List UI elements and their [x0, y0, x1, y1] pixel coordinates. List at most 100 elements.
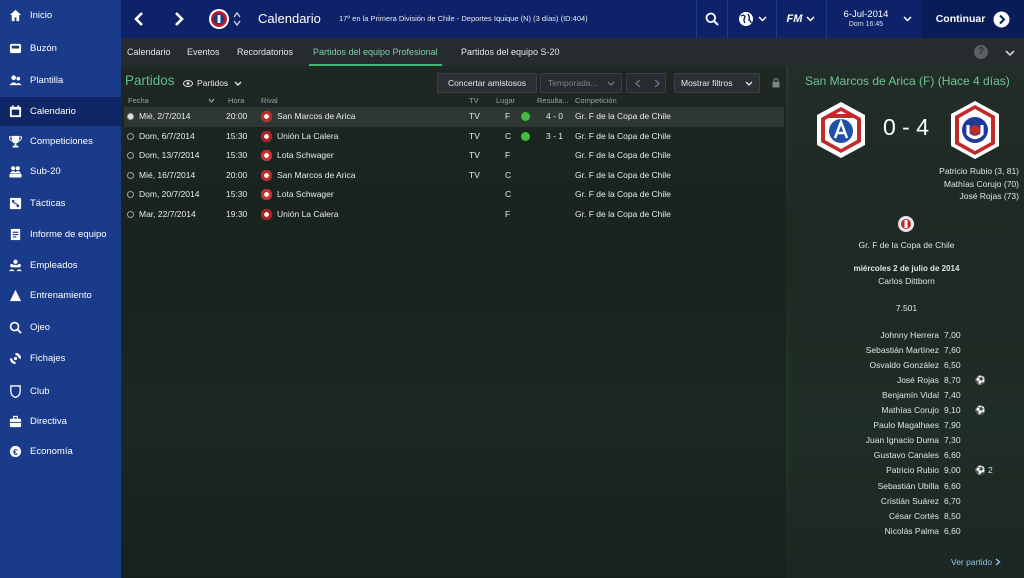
cell-competicion[interactable]: Gr. F de la Copa de Chile [575, 107, 671, 127]
row-radio-icon[interactable] [127, 191, 134, 199]
matches-panel: Partidos Partidos Concertar amistosos Te… [121, 66, 786, 578]
player-rating-row[interactable]: Osvaldo González 6,50 [789, 360, 1024, 375]
world-menu-button[interactable] [728, 0, 776, 38]
sidebar-item-inicio[interactable]: Inicio [0, 1, 121, 30]
sidebar-item-econom-a[interactable]: € Economía [0, 437, 121, 466]
col-competicion[interactable]: Competición [575, 96, 617, 105]
col-hora[interactable]: Hora [228, 96, 244, 105]
sidebar-item-competiciones[interactable]: Competiciones [0, 127, 121, 156]
player-rating: 8,70 [944, 375, 961, 386]
table-row[interactable]: Mié, 2/7/2014 20:00 San Marcos de Arica TV F… [124, 107, 784, 127]
cell-competicion[interactable]: Gr. F de la Copa de Chile [575, 166, 671, 186]
sidebar-item-directiva[interactable]: Directiva [0, 407, 121, 436]
referee: Carlos Dittborn [878, 276, 935, 286]
sidebar-item-plantilla[interactable]: Plantilla [0, 66, 121, 95]
player-name: Patricio Rubio [886, 465, 939, 476]
tab-calendario[interactable]: Calendario [127, 38, 171, 66]
calendar-icon [8, 105, 22, 119]
table-row[interactable]: Dom, 13/7/2014 15:30 Lota Schwager TV F Gr. F… [124, 146, 784, 166]
chevron-left-icon[interactable] [635, 79, 641, 88]
sidebar-item-empleados[interactable]: Empleados [0, 251, 121, 280]
search-button[interactable] [697, 0, 727, 38]
fm-menu-button[interactable]: FM [777, 0, 825, 38]
lock-icon[interactable] [772, 78, 780, 88]
sidebar-item-buz-n[interactable]: Buzón [0, 34, 121, 63]
team-selector[interactable] [201, 0, 247, 38]
row-radio-icon[interactable] [127, 211, 134, 218]
player-rating-row[interactable]: Johnny Herrera 7,00 [789, 330, 1024, 345]
sidebar-item-club[interactable]: Club [0, 377, 121, 406]
cell-competicion[interactable]: Gr. F de la Copa de Chile [575, 127, 671, 147]
continue-button[interactable]: Continuar [922, 0, 1024, 38]
view-match-link[interactable]: Ver partido [951, 557, 1001, 567]
player-rating-row[interactable]: Nicolás Palma 6,60 [789, 526, 1024, 541]
player-name: Cristián Suárez [880, 495, 939, 506]
player-rating-row[interactable]: Gustavo Canales 6,60 [789, 450, 1024, 465]
match-date: miércoles 2 de julio de 2014 [853, 264, 960, 273]
date-display[interactable]: 6-Jul-2014 Dom 16:45 [827, 0, 921, 38]
cell-competicion[interactable]: Gr. F de la Copa de Chile [575, 185, 671, 205]
help-icon[interactable]: ? [974, 45, 988, 59]
cell-rival[interactable]: Unión La Calera [277, 127, 338, 147]
table-row[interactable]: Mar, 22/7/2014 19:30 Unión La Calera F Gr. F… [124, 205, 784, 225]
sidebar-item-ojeo[interactable]: Ojeo [0, 313, 121, 342]
row-radio-icon[interactable] [127, 152, 134, 160]
cell-rival[interactable]: Lota Schwager [277, 146, 334, 166]
col-resultado[interactable]: Resulta... [537, 96, 569, 105]
table-row[interactable]: Dom, 20/7/2014 15:30 Lota Schwager C Gr. F d… [124, 185, 784, 205]
cell-competicion[interactable]: Gr. F de la Copa de Chile [575, 146, 671, 166]
player-rating-row[interactable]: Sebastián Ubilla 6,60 [789, 481, 1024, 496]
chevron-right-icon[interactable] [654, 79, 660, 88]
table-row[interactable]: Mié, 16/7/2014 20:00 San Marcos de Arica TV… [124, 166, 784, 186]
sidebar-item-entrenamiento[interactable]: Entrenamiento [0, 281, 121, 310]
player-name: Juan Ignacio Duma [865, 435, 939, 446]
cell-competicion[interactable]: Gr. F de la Copa de Chile [575, 205, 671, 225]
player-rating-row[interactable]: Mathías Corujo 9,10 ⚽ [789, 405, 1024, 420]
player-rating-row[interactable]: Sebastián Martínez 7,60 [789, 345, 1024, 360]
player-rating-row[interactable]: Benjamín Vidal 7,40 [789, 390, 1024, 405]
chevron-down-icon[interactable] [1005, 50, 1015, 56]
svg-text:€: € [13, 447, 18, 457]
tab-recordatorios[interactable]: Recordatorios [237, 38, 293, 66]
cell-rival[interactable]: San Marcos de Arica [277, 107, 355, 127]
view-dropdown[interactable]: Partidos [183, 73, 242, 93]
table-row[interactable]: Dom, 6/7/2014 15:30 Unión La Calera TV C 3 - … [124, 127, 784, 147]
sidebar-item-t-cticas[interactable]: Tácticas [0, 189, 121, 218]
tab-partidos-s20[interactable]: Partidos del equipo S-20 [461, 38, 560, 66]
forward-button[interactable] [161, 0, 197, 38]
player-rating: 8,50 [944, 510, 961, 521]
cell-fecha: Mié, 16/7/2014 [139, 169, 196, 180]
tab-partidos-profesional[interactable]: Partidos del equipo Profesional [309, 38, 442, 66]
col-tv[interactable]: TV [469, 96, 479, 105]
tactics-icon [8, 197, 22, 211]
tab-eventos[interactable]: Eventos [187, 38, 220, 66]
arrange-friendlies-button[interactable]: Concertar amistosos [437, 73, 537, 93]
row-radio-icon[interactable] [127, 171, 134, 179]
club-icon [8, 385, 22, 399]
sidebar-item-calendario[interactable]: Calendario [0, 97, 121, 126]
row-radio-icon[interactable] [127, 132, 134, 140]
cell-rival[interactable]: San Marcos de Arica [277, 166, 355, 186]
player-rating-row[interactable]: José Rojas 8,70 ⚽ [789, 375, 1024, 390]
row-radio-icon[interactable] [127, 113, 134, 120]
cell-rival[interactable]: Unión La Calera [277, 205, 338, 225]
up-down-icon [232, 11, 241, 27]
player-rating-row[interactable]: César Cortés 8,50 [789, 511, 1024, 526]
col-fecha[interactable]: Fecha [128, 96, 149, 105]
sidebar-item-fichajes[interactable]: Fichajes [0, 344, 121, 373]
player-rating-row[interactable]: Cristián Suárez 6,70 [789, 496, 1024, 511]
player-name: José Rojas [896, 375, 939, 386]
col-lugar[interactable]: Lugar [496, 96, 515, 105]
player-rating-row[interactable]: Patricio Rubio 9,00 ⚽ 2 [789, 465, 1024, 480]
trophy-icon [8, 135, 22, 149]
season-selector[interactable]: Temporada... [540, 73, 622, 93]
show-filters-button[interactable]: Mostrar filtros [674, 73, 760, 93]
cell-rival[interactable]: Lota Schwager [277, 185, 334, 205]
sidebar-item-informe-de-equipo[interactable]: Informe de equipo [0, 220, 121, 249]
player-rating-row[interactable]: Juan Ignacio Duma 7,30 [789, 435, 1024, 450]
player-rating-row[interactable]: Paulo Magalhaes 7,90 [789, 420, 1024, 435]
sidebar-item-sub-20[interactable]: Sub-20 [0, 157, 121, 186]
inbox-icon [8, 42, 22, 56]
back-button[interactable] [121, 0, 157, 38]
col-rival[interactable]: Rival [261, 96, 278, 105]
